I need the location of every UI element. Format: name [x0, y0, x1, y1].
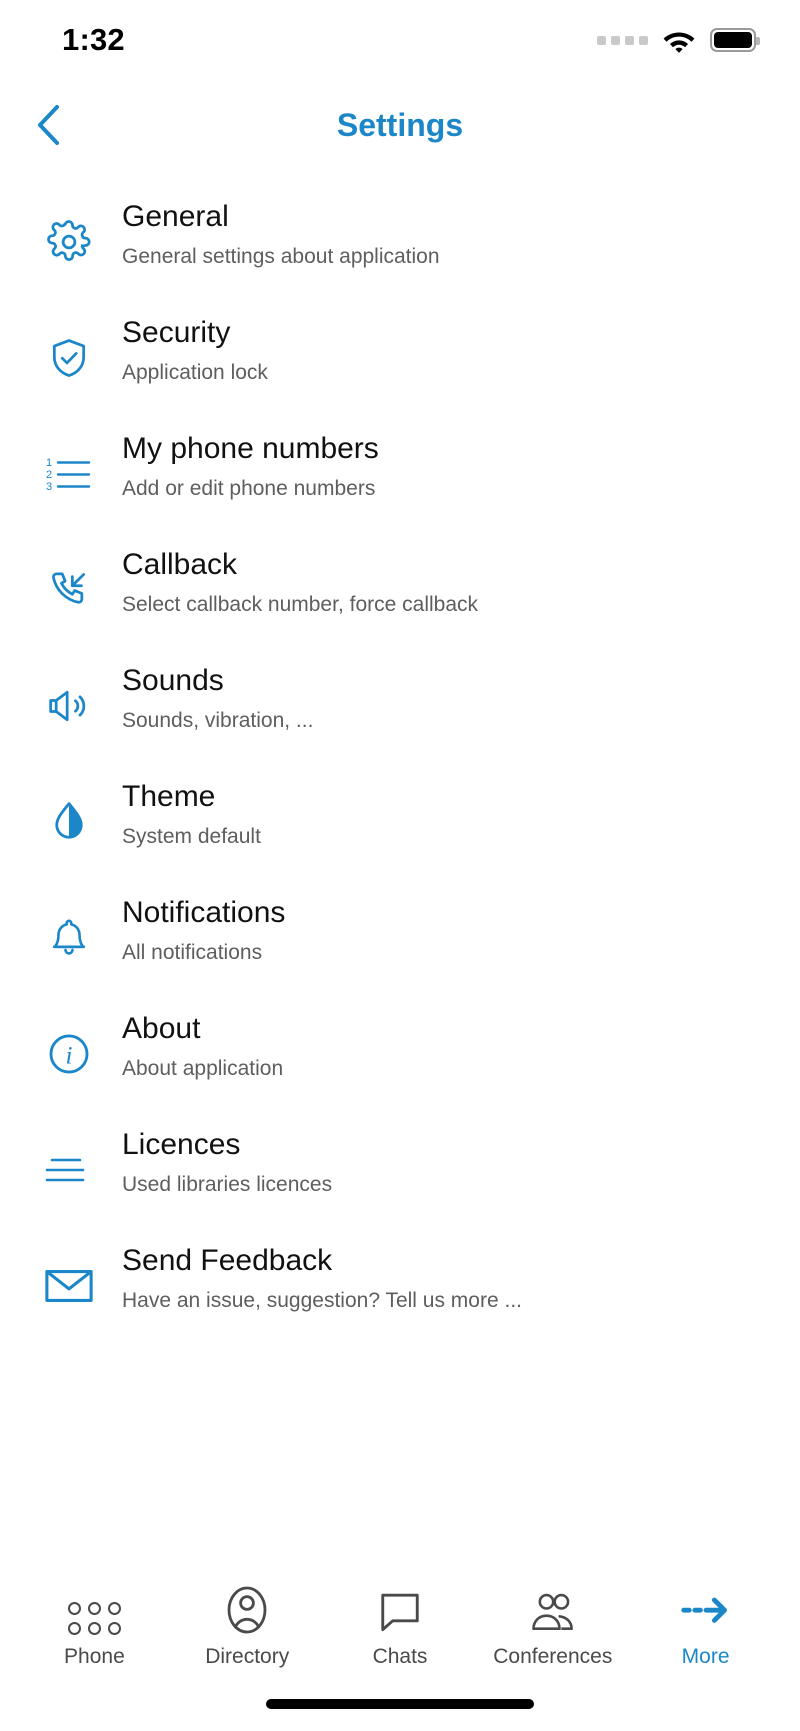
- settings-item-title: My phone numbers: [122, 432, 379, 465]
- settings-item-theme[interactable]: Theme System default: [0, 764, 800, 880]
- phone-incoming-icon: [32, 532, 106, 648]
- settings-item-text: Callback Select callback number, force c…: [106, 532, 478, 618]
- status-time: 1:32: [62, 22, 125, 57]
- shield-check-icon: [32, 300, 106, 416]
- settings-item-send-feedback[interactable]: Send Feedback Have an issue, suggestion?…: [0, 1228, 800, 1344]
- settings-item-my-phone-numbers[interactable]: 1 2 3 My phone numbers Add or edit phone…: [0, 416, 800, 532]
- status-indicators: [597, 28, 760, 53]
- droplet-half-icon: [32, 764, 106, 880]
- settings-item-security[interactable]: Security Application lock: [0, 300, 800, 416]
- settings-item-text: Theme System default: [106, 764, 261, 850]
- tab-label: Directory: [205, 1645, 290, 1668]
- settings-item-title: Callback: [122, 548, 238, 581]
- dialpad-icon: [67, 1583, 121, 1635]
- group-icon: [527, 1583, 579, 1635]
- svg-text:2: 2: [46, 469, 52, 481]
- settings-item-title: Security: [122, 316, 231, 349]
- settings-item-text: About About application: [106, 996, 283, 1082]
- status-bar: 1:32: [0, 0, 800, 80]
- arrow-right-dashed-icon: [680, 1583, 732, 1635]
- settings-item-text: Send Feedback Have an issue, suggestion?…: [106, 1228, 522, 1314]
- tab-more[interactable]: More: [629, 1583, 782, 1669]
- settings-item-subtitle: System default: [122, 824, 261, 848]
- settings-item-title: Theme: [122, 780, 216, 813]
- home-indicator: [266, 1699, 534, 1709]
- contact-icon: [223, 1583, 271, 1635]
- settings-item-subtitle: Have an issue, suggestion? Tell us more …: [122, 1288, 522, 1312]
- tab-label: Phone: [64, 1645, 125, 1668]
- envelope-icon: [32, 1228, 106, 1344]
- back-button[interactable]: [26, 99, 70, 151]
- info-circle-icon: i: [32, 996, 106, 1112]
- wifi-icon: [663, 32, 695, 53]
- tab-chats[interactable]: Chats: [324, 1583, 477, 1669]
- bell-icon: [32, 880, 106, 996]
- tab-conferences[interactable]: Conferences: [476, 1583, 629, 1669]
- settings-item-callback[interactable]: Callback Select callback number, force c…: [0, 532, 800, 648]
- svg-text:3: 3: [46, 481, 52, 493]
- tab-label: More: [681, 1645, 730, 1668]
- settings-item-general[interactable]: General General settings about applicati…: [0, 184, 800, 300]
- numbered-list-icon: 1 2 3: [32, 416, 106, 532]
- settings-item-licences[interactable]: Licences Used libraries licences: [0, 1112, 800, 1228]
- settings-item-text: General General settings about applicati…: [106, 184, 440, 270]
- chevron-left-icon: [38, 105, 59, 145]
- navigation-bar: Settings: [0, 80, 800, 170]
- settings-item-text: Security Application lock: [106, 300, 268, 386]
- tab-directory[interactable]: Directory: [171, 1583, 324, 1669]
- settings-item-subtitle: All notifications: [122, 940, 263, 964]
- gear-icon: [32, 184, 106, 300]
- settings-item-text: My phone numbers Add or edit phone numbe…: [106, 416, 379, 502]
- settings-screen: 1:32 Settings General General settings a…: [0, 0, 800, 1731]
- settings-item-about[interactable]: i About About application: [0, 996, 800, 1112]
- page-title: Settings: [336, 106, 464, 143]
- tab-label: Chats: [372, 1645, 428, 1668]
- settings-item-notifications[interactable]: Notifications All notifications: [0, 880, 800, 996]
- signal-dots-icon: [597, 35, 648, 45]
- tab-phone[interactable]: Phone: [18, 1583, 171, 1669]
- settings-item-subtitle: Application lock: [122, 360, 268, 384]
- speaker-icon: [32, 648, 106, 764]
- settings-item-text: Licences Used libraries licences: [106, 1112, 332, 1198]
- settings-item-subtitle: Sounds, vibration, ...: [122, 708, 314, 732]
- settings-item-sounds[interactable]: Sounds Sounds, vibration, ...: [0, 648, 800, 764]
- settings-item-title: About: [122, 1012, 201, 1045]
- settings-list: General General settings about applicati…: [0, 170, 800, 1344]
- chat-bubble-icon: [377, 1583, 423, 1635]
- settings-item-subtitle: Used libraries licences: [122, 1172, 333, 1196]
- settings-item-title: Notifications: [122, 896, 286, 929]
- settings-item-subtitle: Select callback number, force callback: [122, 592, 479, 616]
- settings-item-text: Notifications All notifications: [106, 880, 285, 966]
- svg-text:1: 1: [46, 457, 52, 469]
- settings-item-subtitle: About application: [122, 1056, 284, 1080]
- settings-item-title: Sounds: [122, 664, 224, 697]
- settings-item-title: Licences: [122, 1128, 241, 1161]
- settings-item-title: Send Feedback: [122, 1244, 333, 1277]
- tab-label: Conferences: [493, 1645, 613, 1668]
- settings-item-text: Sounds Sounds, vibration, ...: [106, 648, 313, 734]
- battery-full-icon: [710, 28, 760, 52]
- settings-item-subtitle: Add or edit phone numbers: [122, 476, 376, 500]
- bottom-tab-bar: Phone Directory Chats Conferences More: [0, 1583, 800, 1669]
- lines-icon: [32, 1112, 106, 1228]
- settings-item-subtitle: General settings about application: [122, 244, 440, 268]
- settings-item-title: General: [122, 200, 229, 233]
- svg-text:i: i: [66, 1043, 73, 1070]
